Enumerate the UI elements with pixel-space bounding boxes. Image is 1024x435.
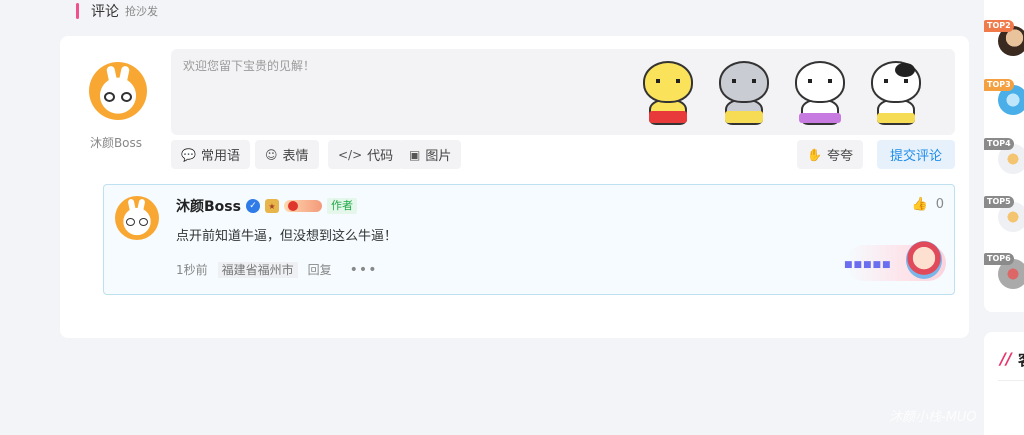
comment-card: 沐颜Boss 欢迎您留下宝贵的见解！ 💬 常用语 ☺ 表情 </> 代码 ▣ 图… — [60, 36, 969, 338]
panda-sticker — [865, 55, 927, 131]
like-count: 0 — [935, 197, 944, 212]
praise-button[interactable]: ✋ 夸夸 — [797, 140, 863, 169]
speech-bubble-icon: 💬 — [181, 147, 196, 162]
code-button[interactable]: </> 代码 — [328, 140, 404, 169]
comment-location: 福建省福州市 — [217, 261, 298, 278]
comment-textarea[interactable]: 欢迎您留下宝贵的见解！ — [171, 49, 955, 135]
avatar[interactable] — [89, 62, 147, 120]
side-widget-title: 客 — [1018, 349, 1024, 370]
comment-placeholder: 欢迎您留下宝贵的见解！ — [183, 59, 316, 73]
clap-icon: ✋ — [807, 147, 822, 162]
cat-sticker — [789, 55, 851, 131]
comment-header: 沐颜Boss ✓ ★ 作者 — [176, 196, 357, 216]
image-button[interactable]: ▣ 图片 — [399, 140, 462, 169]
current-user: 沐颜Boss — [88, 62, 148, 151]
code-label: 代码 — [367, 149, 394, 164]
code-icon: </> — [338, 147, 363, 162]
comments-subtitle: 抢沙发 — [125, 5, 158, 18]
comment-toolbar: 💬 常用语 ☺ 表情 </> 代码 ▣ 图片 ✋ 夸夸 提交评论 — [171, 140, 955, 170]
author-badge: 作者 — [326, 198, 357, 214]
image-label: 图片 — [425, 149, 452, 164]
accent-bar — [76, 3, 79, 19]
rank-item[interactable]: TOP2 — [984, 20, 1024, 62]
thumbs-up-icon: 👍 — [911, 197, 928, 212]
side-widget: // 客 — [984, 332, 1024, 435]
top-commenters-panel: TOP2 TOP3 TOP4 TOP5 TOP6 — [984, 0, 1024, 312]
watermark: 沐颜小栈-MUO — [889, 410, 977, 425]
rank-item[interactable]: TOP5 — [984, 196, 1024, 238]
comments-header: 评论 抢沙发 — [76, 1, 158, 21]
image-icon: ▣ — [409, 147, 421, 162]
emoji-button[interactable]: ☺ 表情 — [255, 140, 319, 169]
rank-tag: TOP6 — [984, 253, 1014, 265]
divider — [998, 380, 1024, 381]
rank-tag: TOP5 — [984, 196, 1014, 208]
comment-author[interactable]: 沐颜Boss — [176, 196, 241, 216]
emoji-label: 表情 — [282, 149, 309, 164]
comment-text: 点开前知道牛逼，但没想到这么牛逼！ — [176, 229, 398, 244]
accent-slash: // — [1000, 349, 1012, 368]
comment-item: 沐颜Boss ✓ ★ 作者 👍 0 点开前知道牛逼，但没想到这么牛逼！ 1秒前 … — [103, 184, 955, 295]
smile-icon: ☺ — [265, 147, 278, 162]
chick-sticker — [637, 55, 699, 131]
medal-icon: ★ — [264, 199, 279, 213]
reply-button[interactable]: 回复 — [308, 261, 332, 278]
like-button[interactable]: 👍 0 — [912, 197, 944, 212]
comments-title: 评论 — [91, 4, 119, 20]
common-phrases-label: 常用语 — [200, 149, 240, 164]
rank-item[interactable]: TOP3 — [984, 79, 1024, 121]
anime-girl-icon — [906, 241, 942, 279]
verified-icon: ✓ — [245, 199, 260, 213]
common-phrases-button[interactable]: 💬 常用语 — [171, 140, 250, 169]
cat-sticker — [713, 55, 775, 131]
praise-label: 夸夸 — [826, 149, 853, 164]
comment-avatar[interactable] — [115, 196, 159, 240]
rank-tag: TOP2 — [984, 20, 1014, 32]
comment-time: 1秒前 — [176, 263, 208, 277]
level-badge — [283, 200, 322, 212]
comment-meta: 1秒前 福建省福州市 回复 ••• — [176, 261, 377, 278]
comment-decoration: ■■■■■ — [844, 241, 946, 281]
submit-comment-label: 提交评论 — [889, 149, 942, 164]
current-user-name: 沐颜Boss — [89, 136, 143, 150]
more-options-icon[interactable]: ••• — [350, 262, 378, 278]
sticker-decoration — [637, 55, 927, 131]
rank-tag: TOP3 — [984, 79, 1014, 91]
rank-item[interactable]: TOP6 — [984, 253, 1024, 295]
rank-item[interactable]: TOP4 — [984, 138, 1024, 180]
submit-comment-button[interactable]: 提交评论 — [876, 140, 955, 169]
decoration-text: ■■■■■ — [844, 260, 892, 270]
rank-tag: TOP4 — [984, 138, 1014, 150]
